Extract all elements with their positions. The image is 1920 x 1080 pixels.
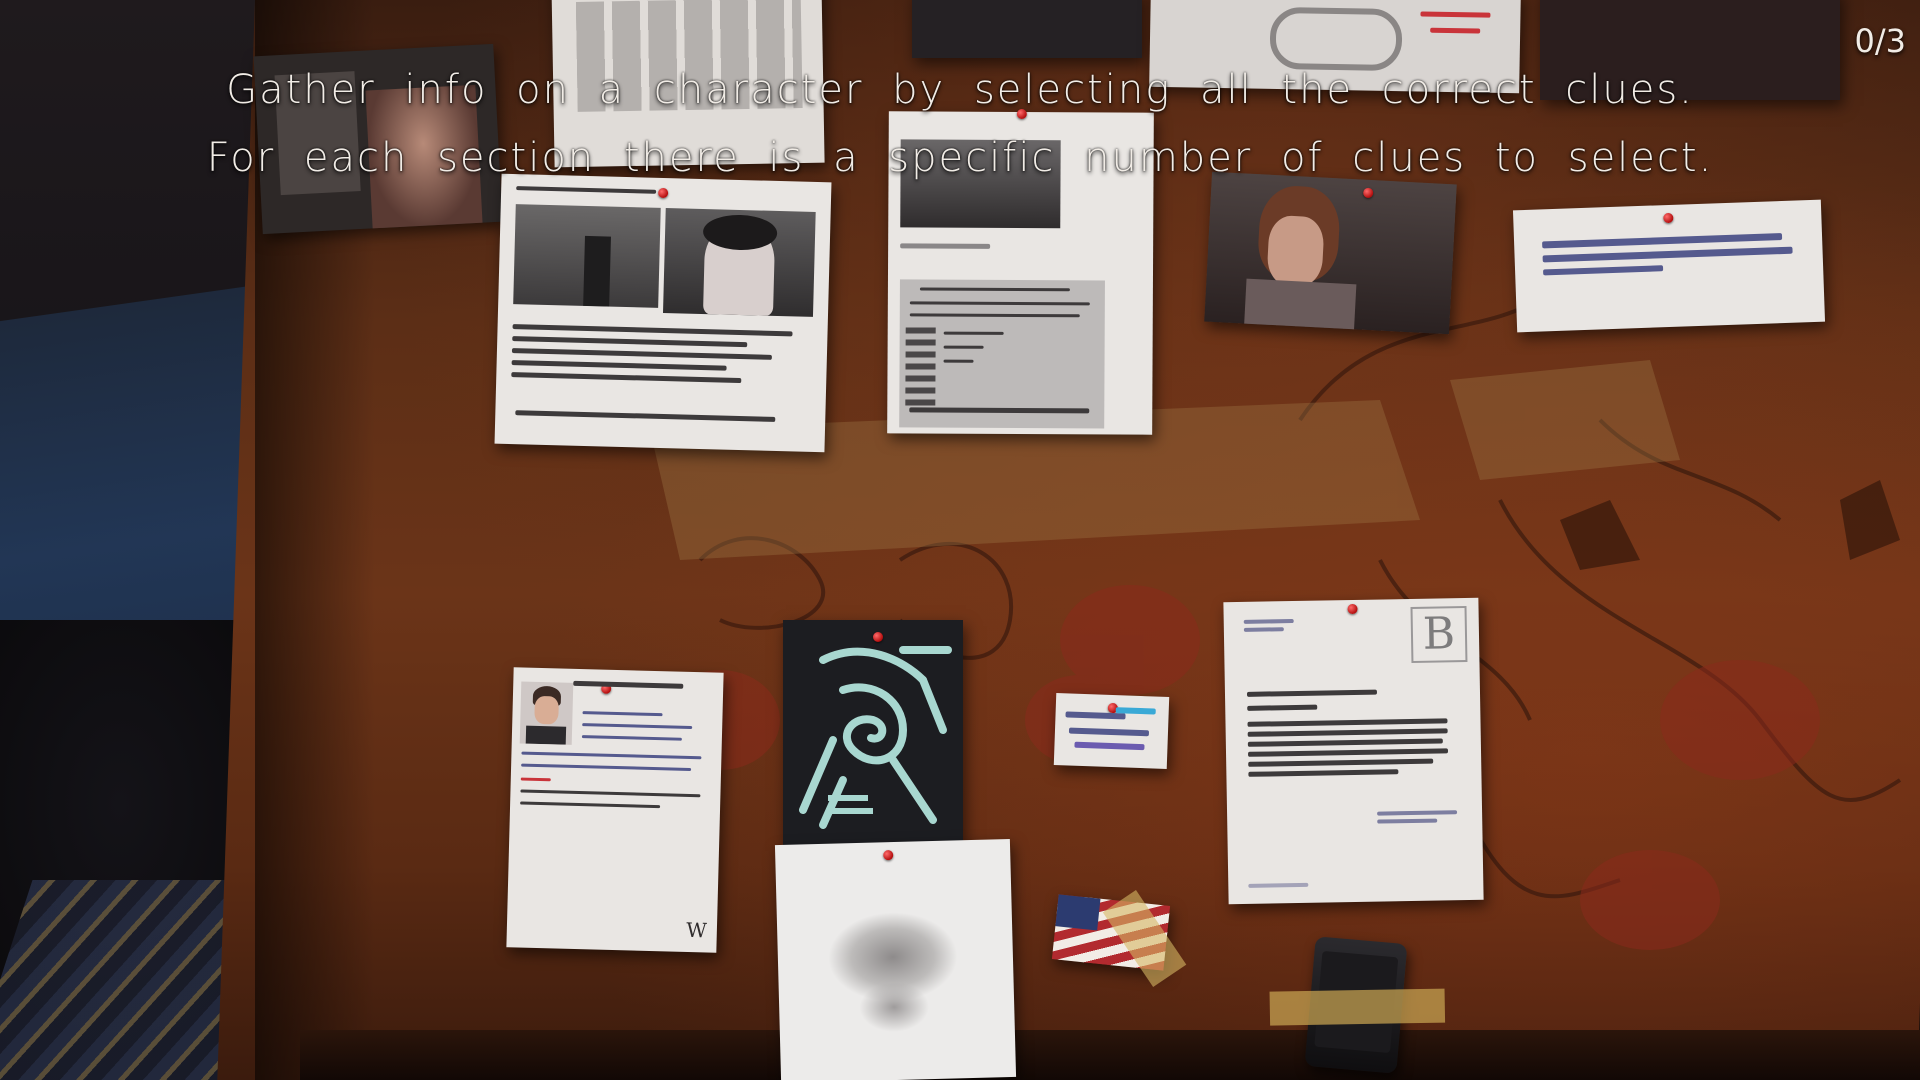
clue-inkblot[interactable] bbox=[774, 838, 1017, 1080]
text-line bbox=[520, 801, 661, 809]
spiral-figure-drawing bbox=[799, 646, 952, 829]
text-line bbox=[1377, 810, 1458, 816]
text-line bbox=[512, 324, 793, 337]
clue-photo-dark-room[interactable] bbox=[912, 0, 1142, 58]
text-line bbox=[512, 336, 748, 348]
clue-small-marker-note[interactable] bbox=[1053, 693, 1170, 769]
ink-stain bbox=[858, 981, 930, 1033]
text-line bbox=[1248, 769, 1399, 777]
red-pushpin bbox=[1347, 603, 1358, 615]
clue-taped-phone[interactable] bbox=[1269, 936, 1446, 1074]
instructions-text: Gather info on a character by selecting … bbox=[0, 56, 1920, 192]
text-line bbox=[1377, 818, 1438, 824]
clue-photo-girl[interactable] bbox=[1204, 171, 1457, 335]
text-line bbox=[582, 723, 693, 729]
text-line bbox=[919, 287, 1070, 292]
flag-canton bbox=[1055, 894, 1101, 931]
text-line bbox=[1247, 738, 1443, 747]
marker-line bbox=[1543, 265, 1664, 276]
instruction-line-2: For each section there is a specific num… bbox=[206, 135, 1714, 181]
text-line bbox=[1247, 748, 1449, 757]
article-photo-right bbox=[663, 208, 816, 317]
text-line bbox=[521, 751, 702, 760]
text-line bbox=[581, 735, 682, 741]
text-line bbox=[943, 331, 1004, 335]
red-pushpin bbox=[1663, 212, 1674, 224]
letterhead-logo: B bbox=[1410, 606, 1468, 663]
text-line bbox=[900, 243, 991, 249]
marker-line bbox=[1542, 246, 1793, 263]
red-pushpin bbox=[873, 632, 883, 642]
text-line bbox=[515, 410, 776, 422]
clue-counter: 0/3 bbox=[1854, 22, 1907, 60]
text-line bbox=[909, 313, 1080, 318]
text-line bbox=[521, 763, 692, 771]
marker-line bbox=[1068, 727, 1150, 737]
clue-student-profile[interactable]: W bbox=[506, 667, 724, 953]
marker-line bbox=[1542, 233, 1783, 249]
report-form bbox=[899, 279, 1105, 429]
text-line bbox=[909, 407, 1090, 414]
text-line bbox=[1243, 627, 1284, 632]
text-line bbox=[520, 777, 551, 782]
text-line bbox=[1246, 689, 1378, 697]
text-line bbox=[573, 680, 684, 689]
text-line bbox=[943, 345, 984, 349]
text-line bbox=[582, 711, 663, 717]
red-mark bbox=[1430, 27, 1481, 34]
girl-face bbox=[1266, 214, 1325, 288]
instruction-line-1: Gather info on a character by selecting … bbox=[226, 67, 1694, 113]
text-line bbox=[1248, 882, 1309, 888]
text-line bbox=[1248, 758, 1434, 767]
clue-flag-card[interactable] bbox=[1051, 890, 1187, 988]
school-logo: W bbox=[686, 917, 708, 943]
clue-article-two-photos[interactable] bbox=[494, 173, 832, 453]
red-mark bbox=[1420, 11, 1491, 18]
text-line bbox=[1247, 728, 1448, 737]
marker-line bbox=[1074, 741, 1145, 751]
text-line bbox=[1243, 619, 1294, 624]
text-line bbox=[511, 348, 772, 360]
clue-blue-note[interactable] bbox=[1512, 199, 1826, 333]
form-fields bbox=[905, 327, 936, 408]
text-line bbox=[1247, 704, 1318, 711]
text-line bbox=[511, 360, 727, 371]
clue-graffiti-drawing[interactable] bbox=[783, 620, 963, 845]
red-pushpin bbox=[883, 850, 894, 861]
text-line bbox=[1247, 718, 1448, 727]
text-line bbox=[511, 372, 742, 384]
article-photo-left bbox=[513, 204, 661, 308]
clue-letterhead-letter[interactable]: B bbox=[1223, 597, 1484, 905]
profile-avatar bbox=[519, 681, 574, 745]
text-line bbox=[943, 359, 974, 363]
text-line bbox=[909, 301, 1090, 306]
text-line bbox=[520, 789, 701, 798]
game-scene: W B Gather info on a character by select… bbox=[0, 0, 1920, 1080]
phone-tape bbox=[1269, 988, 1446, 1026]
